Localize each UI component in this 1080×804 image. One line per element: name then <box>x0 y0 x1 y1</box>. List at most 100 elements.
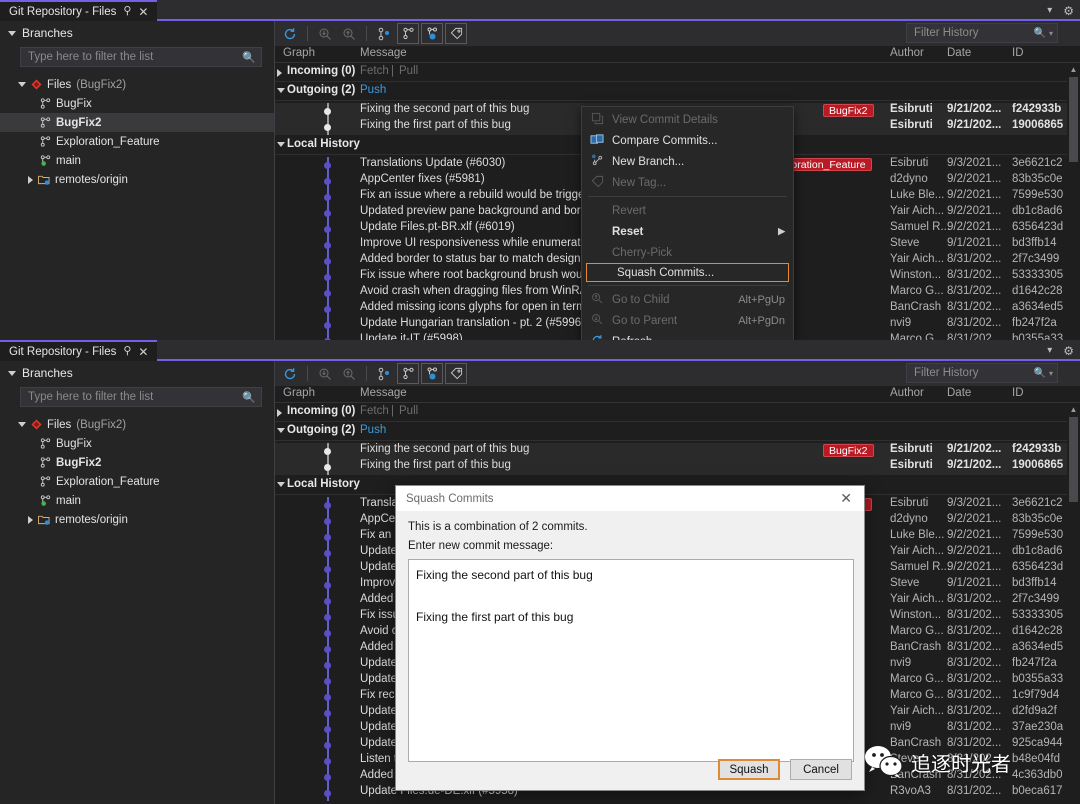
chevron-down-icon[interactable] <box>277 428 285 433</box>
show-branches-icon[interactable] <box>397 23 419 44</box>
menu-item-go-to-parent[interactable]: Go to Parent Alt+PgDn <box>582 310 793 331</box>
group-row-outgoing[interactable]: Outgoing (2) Push <box>275 82 1080 101</box>
group-row-incoming[interactable]: Incoming (0) Fetch | Pull <box>275 63 1080 82</box>
search-icon[interactable]: 🔍 <box>242 391 256 404</box>
sidebar-item-bugfix2[interactable]: BugFix2 <box>0 453 274 472</box>
commit-message-textarea[interactable] <box>408 559 854 762</box>
fetch-link[interactable]: Fetch <box>360 65 389 77</box>
sidebar-item-remotes-origin[interactable]: remotes/origin <box>0 510 274 529</box>
branch-filter-input-top[interactable] <box>28 51 243 63</box>
sidebar-item-files-repo[interactable]: Files (BugFix2) <box>0 415 274 434</box>
squash-button[interactable]: Squash <box>718 759 780 780</box>
refresh-icon[interactable] <box>279 363 301 384</box>
menu-item-new-tag[interactable]: New Tag... <box>582 172 793 193</box>
fetch-link[interactable]: Fetch <box>360 405 389 417</box>
gear-icon[interactable]: ⚙ <box>1063 4 1074 18</box>
chevron-down-icon[interactable]: ▾ <box>1049 369 1053 378</box>
push-link[interactable]: Push <box>360 424 386 436</box>
menu-item-refresh[interactable]: Refresh <box>582 331 793 340</box>
sidebar-item-bugfix[interactable]: BugFix <box>0 94 274 113</box>
menu-item-squash-commits[interactable]: Squash Commits... <box>586 263 789 282</box>
chevron-down-icon[interactable] <box>8 30 16 36</box>
sidebar-item-exploration-feature[interactable]: Exploration_Feature <box>0 132 274 151</box>
pull-link[interactable]: Pull <box>399 405 418 417</box>
sidebar-item-bugfix[interactable]: BugFix <box>0 434 274 453</box>
table-row[interactable]: Fixing the first part of this bug Esibru… <box>275 459 1080 475</box>
pull-link[interactable]: Pull <box>399 65 418 77</box>
chevron-right-icon[interactable] <box>28 515 33 524</box>
sidebar-item-main[interactable]: main <box>0 491 274 510</box>
search-icon[interactable]: 🔍 <box>1034 28 1046 39</box>
show-remote-branches-icon[interactable] <box>421 23 443 44</box>
show-remote-branches-icon[interactable] <box>421 363 443 384</box>
history-scrollbar-top[interactable]: ▲ <box>1067 63 1080 340</box>
search-icon[interactable]: 🔍 <box>1034 368 1046 379</box>
chevron-down-icon[interactable]: ▾ <box>1047 5 1052 16</box>
chevron-down-icon[interactable] <box>18 422 26 427</box>
close-icon[interactable]: ✕ <box>834 490 858 507</box>
pull-icon[interactable] <box>338 363 360 384</box>
close-icon[interactable]: ✕ <box>138 6 148 18</box>
menu-item-compare-commits[interactable]: Compare Commits... <box>582 130 793 151</box>
menu-item-revert[interactable]: Revert <box>582 200 793 221</box>
history-scrollbar-bottom[interactable]: ▲ <box>1067 403 1080 804</box>
fetch-icon[interactable] <box>314 23 336 44</box>
history-filter-box-bottom[interactable]: Filter History 🔍 ▾ <box>906 363 1058 383</box>
cancel-button[interactable]: Cancel <box>790 759 852 780</box>
group-row-outgoing[interactable]: Outgoing (2) Push <box>275 422 1080 441</box>
repository-icon <box>31 79 42 90</box>
scrollbar-thumb[interactable] <box>1069 417 1078 502</box>
chevron-down-icon[interactable] <box>277 142 285 147</box>
branch-filter-input-bottom[interactable] <box>28 391 243 403</box>
sidebar-item-bugfix2[interactable]: BugFix2 <box>0 113 274 132</box>
chevron-down-icon[interactable] <box>277 88 285 93</box>
pin-icon[interactable]: ⚲ <box>123 346 131 357</box>
close-icon[interactable]: ✕ <box>138 346 148 358</box>
show-tags-icon[interactable] <box>445 363 467 384</box>
pin-icon[interactable]: ⚲ <box>123 6 131 17</box>
chevron-right-icon[interactable] <box>28 175 33 184</box>
branch-filter-box-top[interactable]: 🔍 <box>20 47 262 67</box>
push-link[interactable]: Push <box>360 84 386 96</box>
sidebar-item-files-repo[interactable]: Files (BugFix2) <box>0 75 274 94</box>
branches-header-bottom[interactable]: Branches <box>0 361 274 384</box>
chevron-right-icon[interactable] <box>277 409 282 417</box>
chevron-down-icon[interactable] <box>18 82 26 87</box>
branch-filter-box-bottom[interactable]: 🔍 <box>20 387 262 407</box>
menu-item-view-commit-details[interactable]: View Commit Details <box>582 109 793 130</box>
tool-window-tab-git-repository-bottom[interactable]: Git Repository - Files ⚲ ✕ <box>0 340 158 361</box>
chevron-down-icon[interactable] <box>277 482 285 487</box>
show-tags-icon[interactable] <box>445 23 467 44</box>
menu-item-cherry-pick[interactable]: Cherry-Pick <box>582 242 793 263</box>
chevron-right-icon[interactable] <box>277 69 282 77</box>
branch-current-icon <box>40 155 51 166</box>
scroll-up-icon[interactable]: ▲ <box>1067 403 1080 416</box>
sidebar-item-remotes-origin[interactable]: remotes/origin <box>0 170 274 189</box>
branches-header-top[interactable]: Branches <box>0 21 274 44</box>
chevron-down-icon[interactable]: ▾ <box>1049 29 1053 38</box>
menu-item-reset[interactable]: Reset ▶ <box>582 221 793 242</box>
commit-context-menu[interactable]: View Commit Details Compare Commits... N… <box>581 106 794 340</box>
fetch-icon[interactable] <box>314 363 336 384</box>
scroll-up-icon[interactable]: ▲ <box>1067 63 1080 76</box>
chevron-down-icon[interactable] <box>8 370 16 376</box>
tool-window-tab-git-repository-top[interactable]: Git Repository - Files ⚲ ✕ <box>0 0 158 21</box>
menu-item-go-to-child[interactable]: Go to Child Alt+PgUp <box>582 289 793 310</box>
refresh-icon[interactable] <box>279 23 301 44</box>
branch-graph-icon[interactable] <box>373 363 395 384</box>
table-row[interactable]: Fixing the second part of this bug BugFi… <box>275 443 1080 459</box>
menu-item-new-branch[interactable]: New Branch... <box>582 151 793 172</box>
scrollbar-thumb[interactable] <box>1069 77 1078 162</box>
branch-graph-icon[interactable] <box>373 23 395 44</box>
search-icon[interactable]: 🔍 <box>242 51 256 64</box>
commit-id: bd3ffb14 <box>1012 237 1057 249</box>
sidebar-item-main[interactable]: main <box>0 151 274 170</box>
gear-icon[interactable]: ⚙ <box>1063 344 1074 358</box>
chevron-down-icon[interactable]: ▾ <box>1047 345 1052 356</box>
pull-icon[interactable] <box>338 23 360 44</box>
group-row-incoming[interactable]: Incoming (0) Fetch | Pull <box>275 403 1080 422</box>
commit-date: 9/2/2021... <box>947 545 1002 557</box>
sidebar-item-exploration-feature[interactable]: Exploration_Feature <box>0 472 274 491</box>
show-branches-icon[interactable] <box>397 363 419 384</box>
history-filter-box-top[interactable]: Filter History 🔍 ▾ <box>906 23 1058 43</box>
